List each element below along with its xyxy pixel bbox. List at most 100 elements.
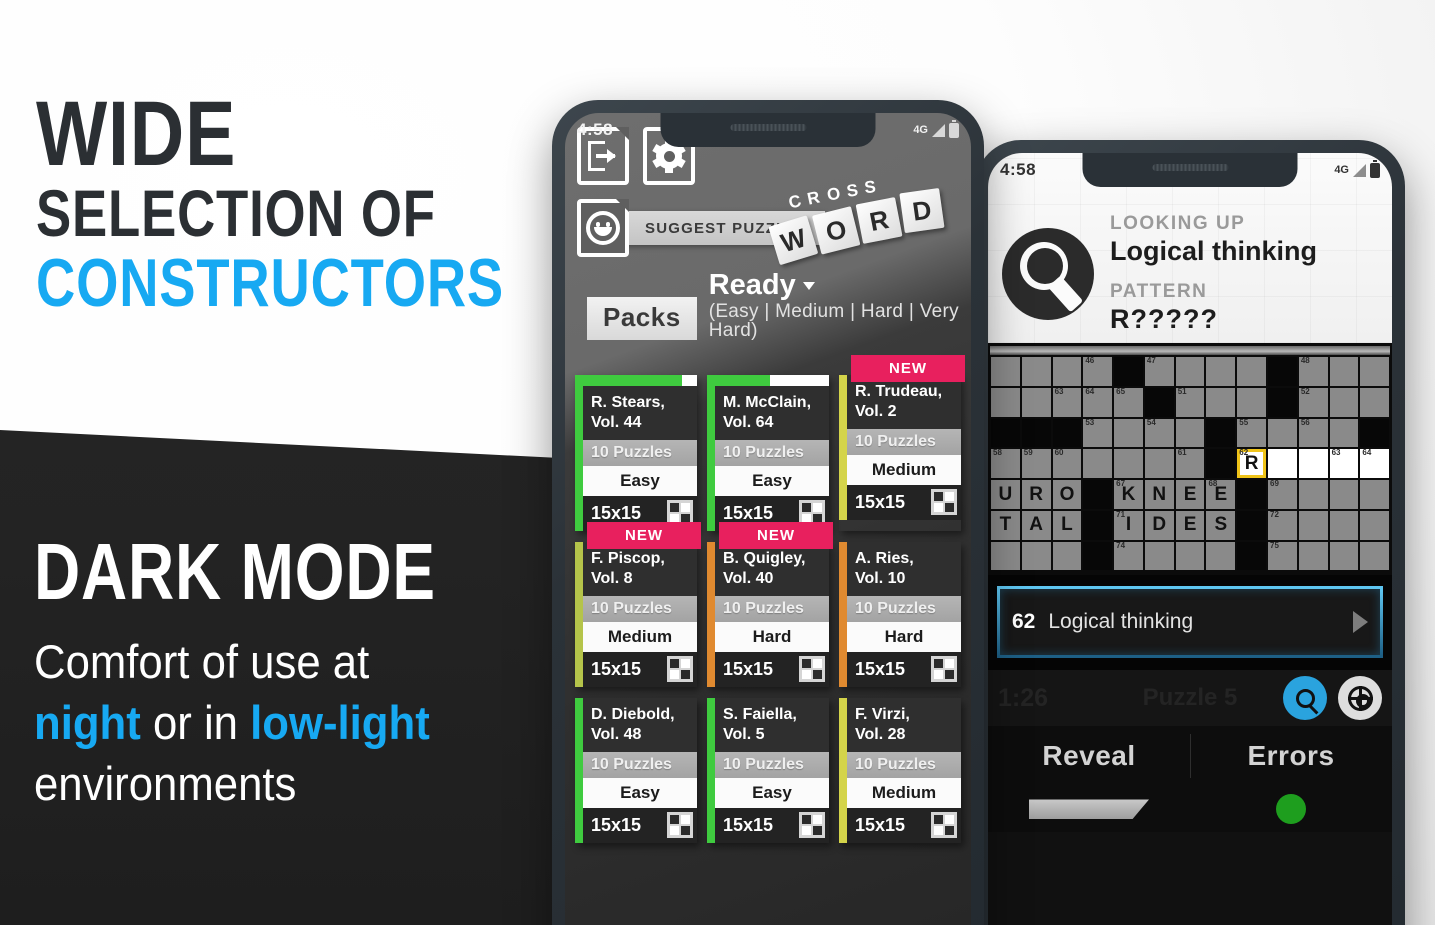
grid-cell[interactable] bbox=[1329, 510, 1359, 540]
grid-cell[interactable] bbox=[1021, 357, 1051, 386]
grid-cell[interactable]: 72 bbox=[1268, 510, 1297, 540]
next-clue-arrow-icon[interactable] bbox=[1353, 611, 1368, 634]
pack-card[interactable]: NEW F. Piscop, Vol. 8 10 Puzzles Medium 15x15 bbox=[575, 522, 701, 688]
grid-cell[interactable]: 67 K bbox=[1114, 479, 1143, 509]
grid-cell[interactable]: 62 R bbox=[1237, 448, 1267, 479]
grid-cell[interactable]: S bbox=[1206, 510, 1236, 540]
tab-packs[interactable]: Packs bbox=[587, 297, 697, 340]
grid-cell[interactable]: 63 bbox=[1329, 448, 1359, 479]
pack-card[interactable]: S. Faiella, Vol. 5 10 Puzzles Easy 15x15 bbox=[707, 698, 829, 844]
grid-cell[interactable]: 48 bbox=[1298, 356, 1328, 386]
grid-cell[interactable] bbox=[1021, 387, 1051, 417]
grid-cell[interactable] bbox=[1360, 510, 1390, 540]
grid-cell[interactable] bbox=[1268, 449, 1297, 479]
grid-cell[interactable] bbox=[1237, 357, 1267, 386]
grid-cell[interactable] bbox=[1298, 449, 1328, 479]
grid-cell[interactable] bbox=[1052, 541, 1082, 571]
grid-cell[interactable]: 68 E bbox=[1206, 479, 1236, 509]
grid-cell[interactable]: N bbox=[1144, 480, 1174, 509]
grid-cell[interactable] bbox=[1329, 357, 1359, 386]
grid-cell[interactable]: 64 bbox=[1083, 387, 1113, 417]
grid-cell[interactable]: D bbox=[1144, 510, 1174, 540]
errors-toggle-dot[interactable] bbox=[1276, 794, 1306, 825]
grid-cell[interactable] bbox=[1329, 418, 1359, 448]
grid-cell[interactable] bbox=[1175, 541, 1205, 571]
grid-cell[interactable] bbox=[1329, 541, 1359, 571]
grid-cell[interactable]: 51 bbox=[1175, 387, 1205, 417]
help-wheel-button[interactable] bbox=[1338, 676, 1382, 721]
pack-card[interactable]: A. Ries, Vol. 10 10 Puzzles Hard 15x15 bbox=[839, 542, 961, 688]
grid-cell[interactable]: O bbox=[1052, 480, 1082, 509]
grid-cell[interactable]: 63 bbox=[1052, 387, 1082, 417]
crossword-grid-container[interactable]: 46 47 48 63 64 65 51 52 53 54 55 56 58 59 60 61 62 R 63 64 U… bbox=[988, 343, 1392, 576]
grid-cell[interactable]: R bbox=[1021, 480, 1051, 509]
grid-cell[interactable] bbox=[1083, 449, 1113, 479]
grid-cell[interactable] bbox=[991, 387, 1020, 417]
grid-cell[interactable]: 71 I bbox=[1114, 510, 1143, 540]
grid-cell[interactable]: E bbox=[1175, 510, 1205, 540]
grid-cell[interactable]: 52 bbox=[1298, 387, 1328, 417]
grid-cell[interactable]: 55 bbox=[1237, 418, 1267, 448]
pack-card[interactable]: NEW B. Quigley, Vol. 40 10 Puzzles Hard 15x15 bbox=[707, 522, 833, 688]
grid-cell[interactable]: A bbox=[1021, 510, 1051, 540]
grid-cell[interactable] bbox=[1360, 480, 1390, 509]
grid-cell[interactable] bbox=[1237, 387, 1267, 417]
packs-grid[interactable]: R. Stears, Vol. 44 10 Puzzles Easy 15x15 M. M… bbox=[565, 355, 971, 844]
grid-cell[interactable]: E bbox=[1175, 480, 1205, 509]
grid-cell[interactable] bbox=[1360, 541, 1390, 571]
crossword-grid[interactable]: 46 47 48 63 64 65 51 52 53 54 55 56 58 59 60 61 62 R 63 64 U… bbox=[990, 355, 1390, 572]
grid-cell[interactable]: 53 bbox=[1083, 418, 1113, 448]
grid-cell[interactable]: 54 bbox=[1144, 418, 1174, 448]
grid-cell[interactable] bbox=[1175, 357, 1205, 386]
current-clue-bar[interactable]: 62 Logical thinking bbox=[997, 586, 1383, 659]
grid-cell[interactable] bbox=[1206, 357, 1236, 386]
grid-cell[interactable]: T bbox=[991, 510, 1020, 540]
grid-cell[interactable]: 59 bbox=[1021, 448, 1051, 479]
grid-cell[interactable] bbox=[1329, 480, 1359, 509]
grid-cell[interactable] bbox=[1206, 541, 1236, 571]
pack-progress bbox=[575, 375, 697, 386]
grid-cell[interactable]: 65 bbox=[1114, 387, 1143, 417]
grid-cell[interactable] bbox=[1052, 357, 1082, 386]
grid-cell[interactable]: 61 bbox=[1175, 448, 1205, 479]
grid-cell[interactable]: 75 bbox=[1268, 541, 1297, 571]
grid-cell[interactable]: 46 bbox=[1083, 356, 1113, 386]
grid-cell[interactable] bbox=[1114, 449, 1143, 479]
grid-cell[interactable]: 60 bbox=[1052, 448, 1082, 479]
grid-cell[interactable] bbox=[991, 541, 1020, 571]
grid-cell[interactable] bbox=[991, 357, 1020, 386]
errors-button[interactable]: Errors bbox=[1190, 726, 1392, 786]
grid-cell[interactable] bbox=[1268, 418, 1297, 448]
reveal-options[interactable] bbox=[988, 799, 1190, 820]
grid-cell[interactable] bbox=[1360, 357, 1390, 386]
reveal-pill[interactable] bbox=[1029, 799, 1149, 820]
grid-cell[interactable] bbox=[1144, 449, 1174, 479]
suggest-puzzles-button[interactable] bbox=[577, 199, 629, 257]
grid-cell[interactable]: 64 bbox=[1360, 448, 1390, 479]
grid-cell[interactable]: 74 bbox=[1114, 541, 1143, 571]
grid-cell[interactable] bbox=[1329, 387, 1359, 417]
grid-cell[interactable] bbox=[1360, 387, 1390, 417]
grid-cell[interactable] bbox=[1298, 541, 1328, 571]
pack-card[interactable]: NEW R. Trudeau, Vol. 2 10 Puzzles Medium 15x1… bbox=[839, 355, 965, 531]
grid-cell[interactable] bbox=[1206, 387, 1236, 417]
grid-cell[interactable]: 47 bbox=[1144, 356, 1174, 386]
grid-cell[interactable]: U bbox=[991, 480, 1020, 509]
pack-card[interactable]: M. McClain, Vol. 64 10 Puzzles Easy 15x15 bbox=[707, 375, 829, 532]
search-button[interactable] bbox=[1283, 676, 1327, 721]
reveal-button[interactable]: Reveal bbox=[988, 726, 1190, 786]
grid-cell[interactable] bbox=[1298, 510, 1328, 540]
grid-cell[interactable] bbox=[1298, 480, 1328, 509]
grid-cell[interactable]: L bbox=[1052, 510, 1082, 540]
pack-card[interactable]: F. Virzi, Vol. 28 10 Puzzles Medium 15x15 bbox=[839, 698, 961, 844]
pack-card[interactable]: D. Diebold, Vol. 48 10 Puzzles Easy 15x15 bbox=[575, 698, 697, 844]
grid-cell[interactable]: 58 bbox=[991, 448, 1020, 479]
grid-cell[interactable] bbox=[1114, 418, 1143, 448]
grid-cell[interactable]: 69 bbox=[1268, 479, 1297, 509]
pack-card[interactable]: R. Stears, Vol. 44 10 Puzzles Easy 15x15 bbox=[575, 375, 697, 532]
grid-cell[interactable] bbox=[1175, 418, 1205, 448]
errors-options[interactable] bbox=[1190, 794, 1392, 825]
grid-cell[interactable] bbox=[1021, 541, 1051, 571]
grid-cell[interactable] bbox=[1144, 541, 1174, 571]
grid-cell[interactable]: 56 bbox=[1298, 418, 1328, 448]
